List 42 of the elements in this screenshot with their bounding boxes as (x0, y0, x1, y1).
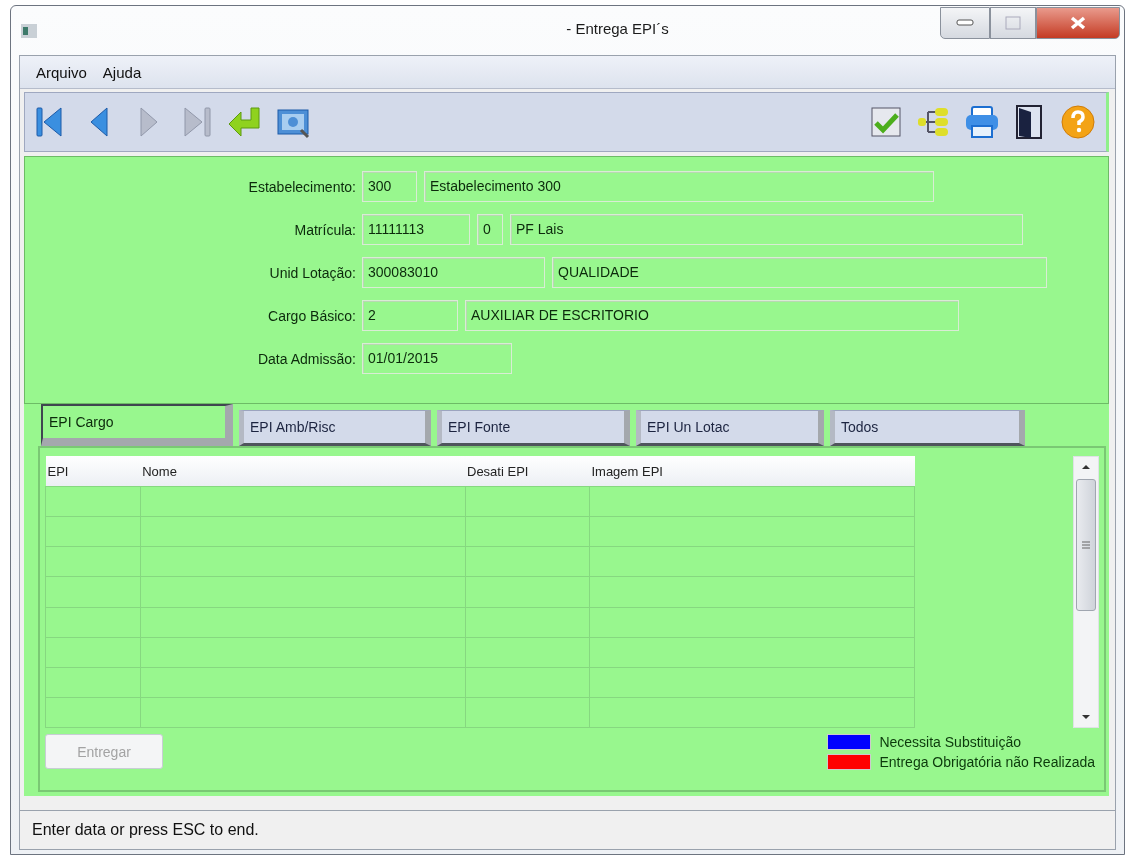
text-field[interactable]: 01/01/2015 (362, 343, 512, 374)
column-header[interactable]: Imagem EPI (589, 456, 915, 487)
menu-item[interactable]: Arquivo (30, 61, 93, 83)
grip-icon (1082, 541, 1090, 549)
menu-item[interactable]: Ajuda (96, 61, 148, 83)
maximize-icon (1005, 16, 1021, 30)
legend-label: Entrega Obrigatória não Realizada (879, 754, 1095, 770)
text-field[interactable]: 300 (362, 171, 417, 202)
tab[interactable]: EPI Cargo (41, 404, 233, 446)
tab[interactable]: EPI Fonte (437, 410, 630, 446)
field-label: Matrícula: (293, 221, 357, 238)
close-button[interactable] (1036, 7, 1120, 39)
close-icon (1070, 16, 1086, 30)
maximize-button[interactable] (990, 7, 1036, 39)
minimize-icon (956, 19, 974, 27)
text-field[interactable]: 300083010 (362, 257, 545, 288)
text-field[interactable]: QUALIDADE (552, 257, 1047, 288)
column-header[interactable]: Desati EPI (465, 456, 590, 487)
text-field[interactable]: 11111113 (362, 214, 470, 245)
field-label: Data Admissão: (256, 350, 357, 367)
minimize-button[interactable] (940, 7, 990, 39)
text-field[interactable]: Estabelecimento 300 (424, 171, 934, 202)
field-label: Estabelecimento: (247, 178, 357, 195)
app-icon (21, 23, 37, 38)
scroll-thumb[interactable] (1076, 479, 1096, 611)
print-icon[interactable] (964, 104, 1000, 140)
text-field[interactable]: 2 (362, 300, 458, 331)
column-header[interactable]: EPI (45, 456, 141, 487)
field-label: Unid Lotação: (268, 264, 357, 281)
text-field[interactable]: 0 (477, 214, 503, 245)
legend-label: Necessita Substituição (879, 734, 1022, 750)
window-title: - Entrega EPI´s (565, 20, 669, 37)
text-field[interactable]: PF Lais (510, 214, 1023, 245)
tab[interactable]: EPI Amb/Risc (239, 410, 431, 446)
checklist-icon[interactable] (868, 104, 904, 140)
column-header[interactable]: Nome (140, 456, 465, 487)
text-field[interactable]: AUXILIAR DE ESCRITORIO (465, 300, 959, 331)
scrollbar[interactable] (1073, 456, 1099, 728)
tab[interactable]: Todos (830, 410, 1025, 446)
field-label: Cargo Básico: (267, 307, 357, 324)
tab[interactable]: EPI Un Lotac (636, 410, 824, 446)
help-icon[interactable] (1060, 104, 1096, 140)
